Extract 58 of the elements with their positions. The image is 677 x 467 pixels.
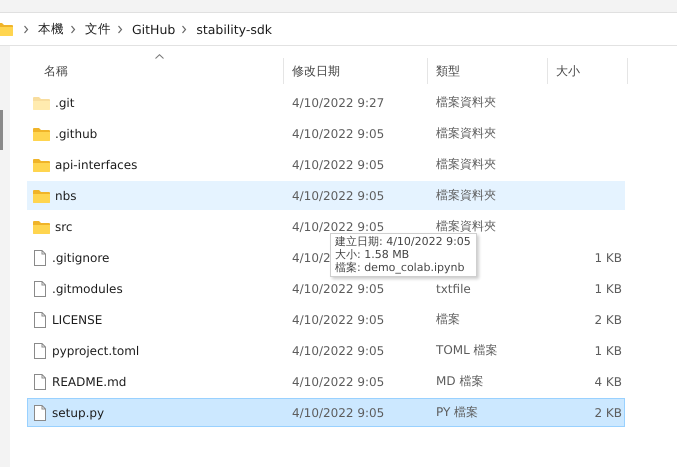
file-name[interactable]: setup.py — [52, 406, 104, 420]
modified-date: 4/10/2022 9:05 — [292, 220, 384, 234]
file-name[interactable]: api-interfaces — [55, 158, 138, 172]
column-header[interactable]: 類型 — [428, 58, 548, 84]
tooltip-text: 建立日期: 4/10/2022 9:05 — [335, 235, 471, 248]
file-name[interactable]: pyproject.toml — [52, 344, 140, 358]
modified-date: 4/10/2022 9:05 — [292, 188, 384, 202]
file-row[interactable]: setup.py 4/10/2022 9:05 PY 檔案 2 KB — [27, 398, 625, 427]
file-name[interactable]: README.md — [52, 374, 126, 388]
file-name[interactable]: .gitmodules — [52, 282, 123, 296]
file-type: 檔案資料夾 — [436, 157, 496, 171]
file-type: TOML 檔案 — [436, 343, 498, 357]
column-header[interactable]: 大小 — [548, 58, 628, 84]
file-type: 檔案資料夾 — [436, 188, 496, 202]
file-size: 2 KB — [594, 406, 622, 420]
sort-caret-icon — [155, 54, 164, 59]
file-type: 檔案資料夾 — [436, 219, 496, 233]
file-name[interactable]: .github — [55, 126, 98, 140]
file-name[interactable]: .git — [55, 96, 74, 110]
file-name[interactable]: LICENSE — [52, 312, 102, 326]
modified-date: 4/10/2022 9:05 — [292, 374, 384, 388]
file-type: MD 檔案 — [436, 374, 484, 388]
modified-date: 4/10/2022 9:05 — [292, 126, 384, 140]
column-header[interactable]: 修改日期 — [284, 58, 428, 84]
tooltip-text: 大小: 1.58 MB — [335, 248, 410, 261]
file-row[interactable]: nbs 4/10/2022 9:05 檔案資料夾 — [27, 181, 625, 210]
file-size: 1 KB — [594, 282, 622, 296]
chevron-icon — [23, 24, 29, 34]
chevron-icon — [117, 24, 123, 34]
file-size: 1 KB — [594, 250, 622, 264]
file-size: 1 KB — [594, 344, 622, 358]
modified-date: 4/10/2 — [292, 250, 331, 264]
file-type: 檔案資料夾 — [436, 95, 496, 109]
file-size: 4 KB — [594, 374, 622, 388]
tooltip-text: 檔案: demo_colab.ipynb — [335, 261, 466, 274]
chevron-icon — [181, 24, 188, 34]
modified-date: 4/10/2022 9:05 — [292, 344, 384, 358]
modified-date: 4/10/2022 9:27 — [292, 96, 384, 110]
file-name[interactable]: nbs — [55, 188, 76, 202]
folder-icon — [0, 21, 14, 37]
chevron-icon — [70, 24, 76, 34]
breadcrumb-item[interactable]: 本機 — [38, 20, 64, 38]
modified-date: 4/10/2022 9:05 — [292, 158, 384, 172]
scrollbar-thumb[interactable] — [0, 110, 3, 150]
file-type: txtfile — [436, 282, 471, 296]
breadcrumb-item[interactable]: GitHub — [132, 22, 176, 36]
file-type: 檔案 — [436, 312, 460, 326]
file-type: 檔案資料夾 — [436, 126, 496, 140]
file-name[interactable]: src — [55, 220, 73, 234]
file-size: 2 KB — [594, 312, 622, 326]
column-header[interactable]: 名稱 — [27, 58, 284, 84]
modified-date: 4/10/2022 9:05 — [292, 282, 384, 296]
file-type: PY 檔案 — [436, 405, 478, 419]
file-name[interactable]: .gitignore — [52, 250, 110, 264]
breadcrumb-item[interactable]: 文件 — [85, 20, 111, 38]
breadcrumb-item[interactable]: stability-sdk — [196, 22, 272, 36]
modified-date: 4/10/2022 9:05 — [292, 406, 384, 420]
modified-date: 4/10/2022 9:05 — [292, 312, 384, 326]
